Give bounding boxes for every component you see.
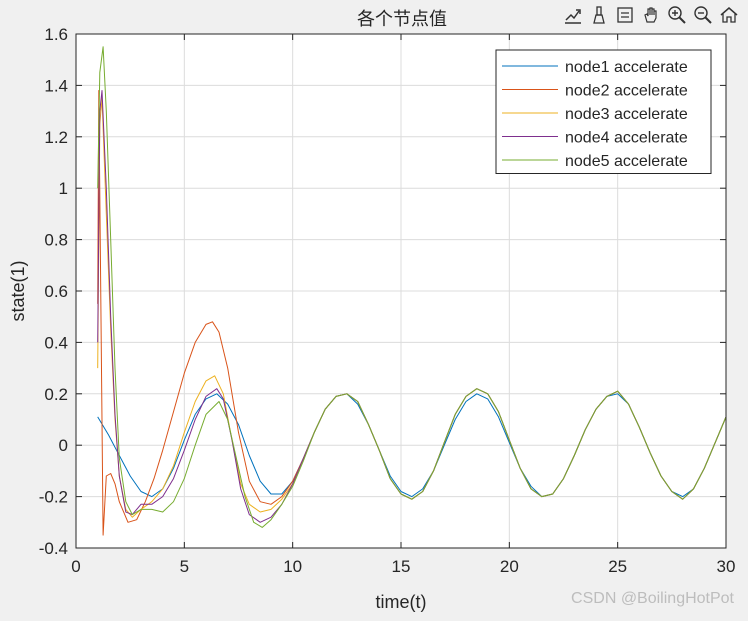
line-chart: 0 5 10 15 20 25 30 -0.4 -0.2 0 0.2 0.4 0.6 0.8 1 1.2 1.4… [8, 9, 736, 612]
x-tick-label: 25 [608, 557, 627, 576]
home-icon[interactable] [718, 4, 740, 26]
x-tick-label: 20 [500, 557, 519, 576]
x-tick-label: 30 [717, 557, 736, 576]
figure: 0 5 10 15 20 25 30 -0.4 -0.2 0 0.2 0.4 0.6 0.8 1 1.2 1.4… [0, 0, 748, 616]
legend-label-node2: node2 accelerate [565, 83, 688, 100]
y-tick-label: 1.6 [44, 25, 68, 44]
legend-label-node5: node5 accelerate [565, 153, 688, 170]
export-icon[interactable] [562, 4, 584, 26]
x-tick-label: 15 [392, 557, 411, 576]
y-tick-label: 0.6 [44, 282, 68, 301]
y-tick-label: -0.2 [39, 488, 68, 507]
datatip-icon[interactable] [614, 4, 636, 26]
legend-label-node3: node3 accelerate [565, 106, 688, 123]
watermark: CSDN @BoilingHotPot [571, 590, 734, 607]
chart-title: 各个节点值 [357, 9, 447, 29]
y-axis-label: state(1) [8, 260, 28, 321]
y-tick-label: 1.2 [44, 128, 68, 147]
x-axis-label: time(t) [376, 592, 427, 612]
x-tick-label: 10 [283, 557, 302, 576]
y-tick-label: 0 [59, 436, 68, 455]
x-tick-label: 0 [71, 557, 80, 576]
y-tick-label: -0.4 [39, 539, 68, 558]
legend: node1 accelerate node2 accelerate node3 ac… [495, 49, 712, 174]
y-tick-label: 0.4 [44, 333, 68, 352]
brush-icon[interactable] [588, 4, 610, 26]
legend-label-node1: node1 accelerate [565, 59, 688, 76]
y-tick-label: 0.2 [44, 385, 68, 404]
zoom-out-icon[interactable] [692, 4, 714, 26]
y-tick-label: 1.4 [44, 76, 68, 95]
y-tick-label: 0.8 [44, 231, 68, 250]
zoom-in-icon[interactable] [666, 4, 688, 26]
y-tick-label: 1 [59, 179, 68, 198]
pan-icon[interactable] [640, 4, 662, 26]
x-tick-label: 5 [180, 557, 189, 576]
legend-label-node4: node4 accelerate [565, 130, 688, 147]
axes-toolbar [562, 4, 740, 26]
